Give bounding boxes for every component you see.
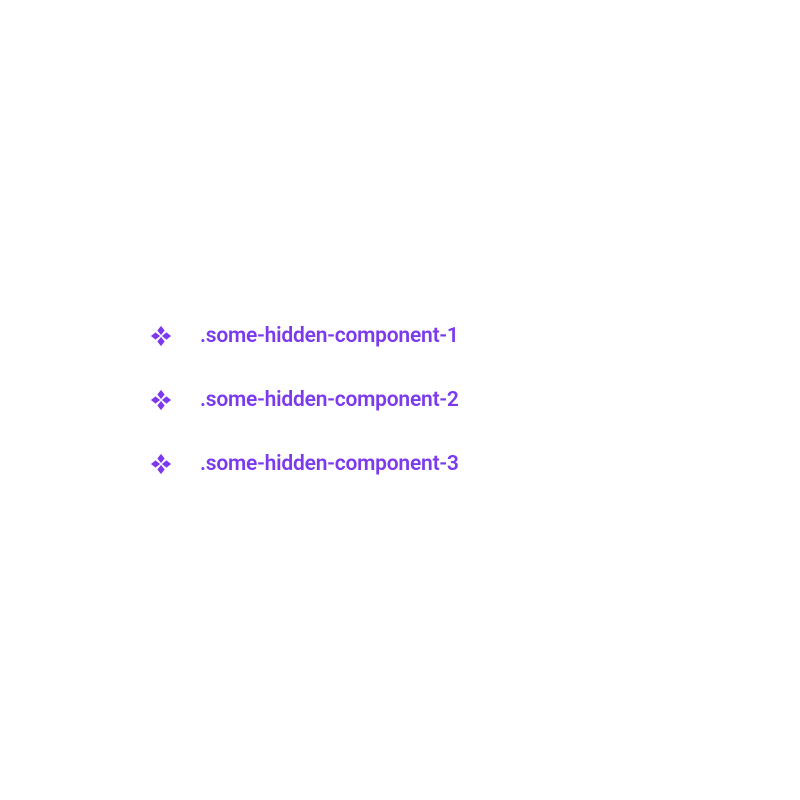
component-item[interactable]: .some-hidden-component-1 xyxy=(150,324,800,348)
component-item[interactable]: .some-hidden-component-3 xyxy=(150,452,800,476)
four-diamond-icon xyxy=(150,453,172,475)
four-diamond-icon xyxy=(150,325,172,347)
component-item[interactable]: .some-hidden-component-2 xyxy=(150,388,800,412)
component-label: .some-hidden-component-1 xyxy=(200,324,459,348)
component-list: .some-hidden-component-1 .some-hidden-co… xyxy=(150,324,800,476)
four-diamond-icon xyxy=(150,389,172,411)
component-label: .some-hidden-component-2 xyxy=(200,388,459,412)
component-label: .some-hidden-component-3 xyxy=(200,452,459,476)
